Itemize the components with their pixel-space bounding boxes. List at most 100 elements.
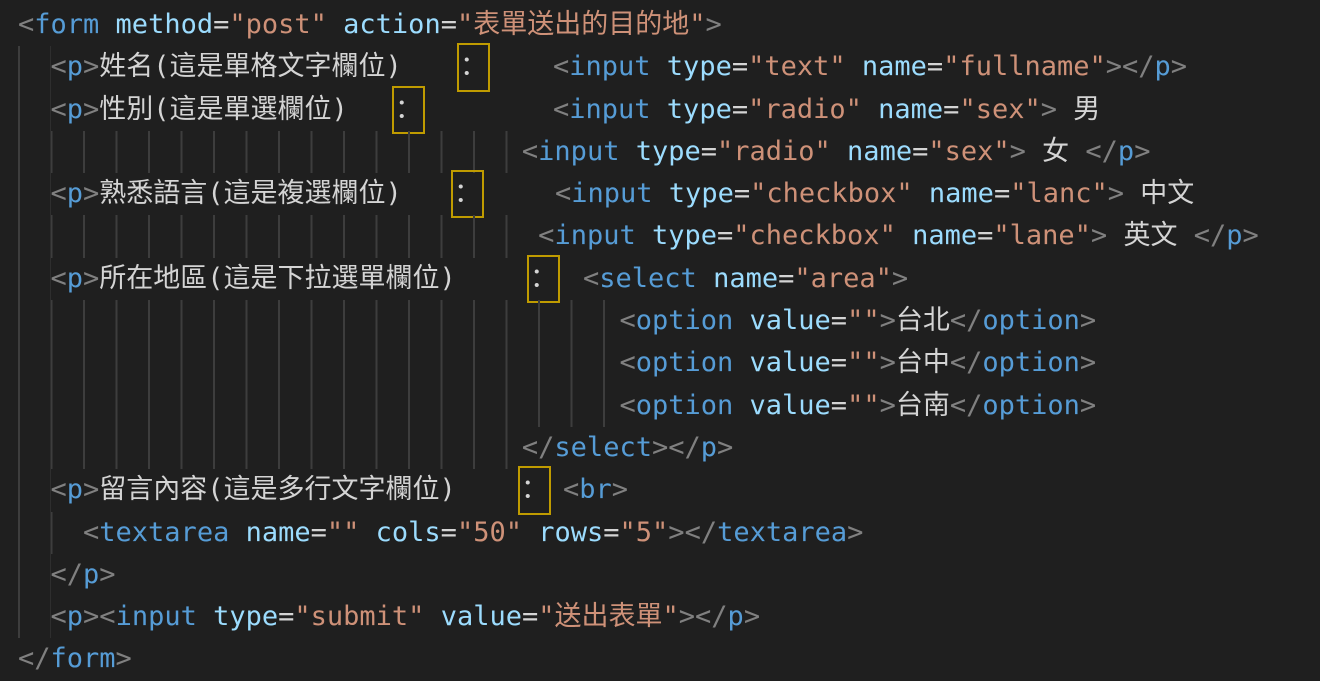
code-token: "sex" <box>928 136 1009 167</box>
code-area[interactable]: <form method="post" action="表單送出的目的地"><p… <box>18 4 1320 681</box>
code-token: < <box>563 474 579 505</box>
code-line-3: <p>性別(這是單選欄位)：<input type="radio" name="… <box>18 89 1320 131</box>
code-token: select <box>554 432 652 463</box>
code-token: type <box>653 178 734 209</box>
code-token: type <box>651 94 732 125</box>
code-token: input <box>538 136 619 167</box>
code-token: = <box>701 136 717 167</box>
unicode-highlight-box: ： <box>395 89 422 131</box>
code-token: < <box>51 178 67 209</box>
code-token: "送出表單" <box>538 601 679 632</box>
code-token: "radio" <box>748 94 862 125</box>
code-token: </ <box>950 305 983 336</box>
code-editor[interactable]: <form method="post" action="表單送出的目的地"><p… <box>0 0 1320 681</box>
code-token: input <box>571 178 652 209</box>
code-token: form <box>51 643 116 674</box>
code-token: > <box>880 305 896 336</box>
code-token: < <box>51 263 67 294</box>
code-token: "5" <box>620 517 669 548</box>
code-token: "50" <box>457 517 522 548</box>
code-token: < <box>619 305 635 336</box>
indent-whitespace <box>18 554 51 596</box>
code-token: p <box>83 559 99 590</box>
indent-whitespace <box>18 46 51 88</box>
code-token: = <box>977 220 993 251</box>
code-token: name <box>862 94 943 125</box>
code-token: "" <box>327 517 360 548</box>
code-token: > <box>1106 51 1122 82</box>
code-token: > <box>880 347 896 378</box>
code-token: type <box>619 136 700 167</box>
indent-whitespace <box>18 342 619 384</box>
code-token: = <box>734 178 750 209</box>
code-token: input <box>116 601 197 632</box>
code-token-group: <input type="radio" name="sex"> 男 <box>553 89 1100 131</box>
code-token: = <box>213 9 229 40</box>
code-line-9: <option value="">台中</option> <box>18 342 1320 384</box>
code-token: p <box>1155 51 1171 82</box>
code-token: = <box>732 94 748 125</box>
indent-whitespace <box>18 596 51 638</box>
code-token: < <box>51 474 67 505</box>
code-token: p <box>1226 220 1242 251</box>
code-token: 英文 <box>1107 220 1194 251</box>
code-token: p <box>1118 136 1134 167</box>
code-token: = <box>441 517 457 548</box>
code-token: </ <box>685 517 718 548</box>
code-token: > <box>652 432 668 463</box>
code-token: cols <box>359 517 440 548</box>
code-token: </ <box>522 432 555 463</box>
code-token: p <box>67 474 83 505</box>
code-line-8: <option value="">台北</option> <box>18 300 1320 342</box>
code-token: "表單送出的目的地" <box>457 9 706 40</box>
code-token: </ <box>950 347 983 378</box>
code-token: 中文 <box>1124 178 1194 209</box>
unicode-highlight-box: ： <box>460 46 487 88</box>
code-token: > <box>847 517 863 548</box>
code-token: "checkbox" <box>750 178 913 209</box>
code-line-10: <option value="">台南</option> <box>18 385 1320 427</box>
code-token: > <box>880 390 896 421</box>
code-token: p <box>67 51 83 82</box>
code-token: > <box>1080 347 1096 378</box>
code-token: = <box>831 347 847 378</box>
code-token: = <box>927 51 943 82</box>
code-token: > <box>679 601 695 632</box>
code-token: "radio" <box>717 136 831 167</box>
code-token: > <box>1091 220 1107 251</box>
code-token: > <box>116 643 132 674</box>
code-token: </ <box>1085 136 1118 167</box>
code-token: p <box>67 94 83 125</box>
code-line-1: <form method="post" action="表單送出的目的地"> <box>18 4 1320 46</box>
code-token: name <box>229 517 310 548</box>
code-token: "" <box>847 305 880 336</box>
code-token: > <box>1080 305 1096 336</box>
code-token: "sex" <box>959 94 1040 125</box>
code-token: = <box>831 390 847 421</box>
code-token: "" <box>847 390 880 421</box>
code-token: option <box>636 390 734 421</box>
code-token-group: <select name="area"> <box>583 258 908 300</box>
code-token: "post" <box>229 9 327 40</box>
code-token: = <box>912 136 928 167</box>
indent-whitespace <box>18 215 538 257</box>
code-token: > <box>1010 136 1026 167</box>
code-token: type <box>651 51 732 82</box>
code-token: > <box>83 263 99 294</box>
code-token: p <box>728 601 744 632</box>
indent-whitespace <box>18 173 51 215</box>
code-token: textarea <box>717 517 847 548</box>
code-token: 性別(這是單選欄位) <box>99 94 348 125</box>
code-token: = <box>603 517 619 548</box>
code-token: 熟悉語言(這是複選欄位) <box>99 178 402 209</box>
code-token: </ <box>695 601 728 632</box>
code-token: option <box>636 347 734 378</box>
code-token: value <box>733 347 831 378</box>
code-token: p <box>67 178 83 209</box>
code-token: name <box>896 220 977 251</box>
code-token: < <box>555 178 571 209</box>
code-line-15: <p><input type="submit" value="送出表單"></p… <box>18 596 1320 638</box>
code-token: 男 <box>1057 94 1100 125</box>
code-line-14: </p> <box>18 554 1320 596</box>
code-token: </ <box>1194 220 1227 251</box>
